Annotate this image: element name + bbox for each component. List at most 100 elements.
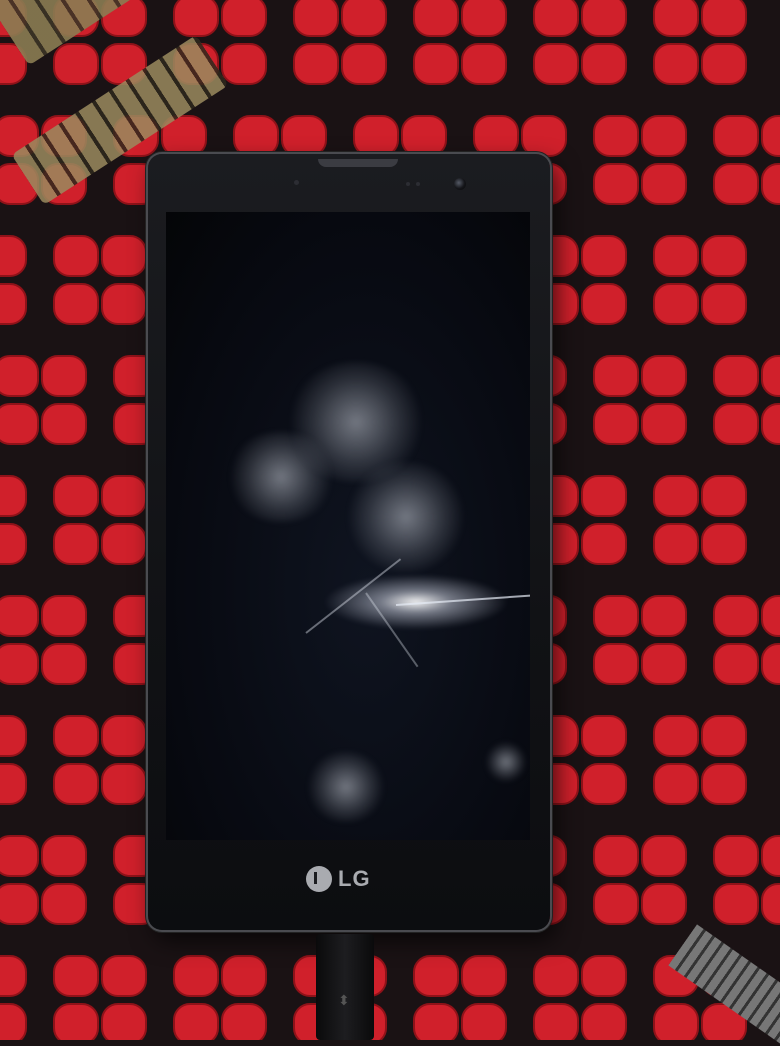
fabric-petal <box>713 883 759 925</box>
fabric-petal <box>641 115 687 157</box>
fabric-petal <box>533 1003 579 1040</box>
fabric-petal <box>521 115 567 157</box>
fabric-petal <box>713 835 759 877</box>
fabric-petal <box>533 0 579 37</box>
fabric-petal <box>653 43 699 85</box>
usb-icon: ⬍ <box>338 992 350 1008</box>
fabric-petal <box>41 883 87 925</box>
fabric-petal <box>713 595 759 637</box>
fabric-petal <box>173 955 219 997</box>
proximity-sensor <box>294 180 299 185</box>
fabric-petal <box>713 355 759 397</box>
fabric-petal <box>641 595 687 637</box>
fabric-petal <box>761 355 780 397</box>
fabric-petal <box>581 715 627 757</box>
fabric-petal <box>101 715 147 757</box>
fabric-petal <box>413 1003 459 1040</box>
fabric-petal <box>0 235 27 277</box>
fabric-petal <box>581 283 627 325</box>
fabric-petal <box>641 355 687 397</box>
fabric-petal <box>701 43 747 85</box>
fabric-petal <box>221 43 267 85</box>
fabric-petal <box>701 715 747 757</box>
fabric-petal <box>761 883 780 925</box>
front-camera-icon <box>454 178 466 190</box>
fabric-petal <box>713 643 759 685</box>
fabric-petal <box>641 403 687 445</box>
fabric-petal <box>53 1003 99 1040</box>
fabric-petal <box>581 43 627 85</box>
fabric-petal <box>173 1003 219 1040</box>
fabric-petal <box>173 0 219 37</box>
earpiece-speaker <box>318 159 398 167</box>
fabric-petal <box>473 115 519 157</box>
fabric-petal <box>0 283 27 325</box>
fabric-petal <box>101 235 147 277</box>
fabric-petal <box>593 163 639 205</box>
fabric-petal <box>0 835 39 877</box>
fabric-petal <box>533 43 579 85</box>
fabric-petal <box>53 43 99 85</box>
screen-smudge <box>346 462 466 572</box>
fabric-petal <box>701 283 747 325</box>
fabric-petal <box>101 763 147 805</box>
fabric-petal <box>413 43 459 85</box>
fabric-petal <box>581 955 627 997</box>
fabric-petal <box>701 763 747 805</box>
fabric-petal <box>41 403 87 445</box>
fabric-petal <box>641 883 687 925</box>
fabric-petal <box>233 115 279 157</box>
screen-smudge <box>486 742 526 782</box>
light-sensor-right <box>416 182 420 186</box>
fabric-petal <box>701 523 747 565</box>
fabric-petal <box>221 955 267 997</box>
fabric-petal <box>53 475 99 517</box>
fabric-petal <box>101 955 147 997</box>
fabric-petal <box>41 835 87 877</box>
fabric-petal <box>641 643 687 685</box>
fabric-petal <box>53 283 99 325</box>
fabric-petal <box>341 0 387 37</box>
fabric-petal <box>713 403 759 445</box>
fabric-petal <box>653 1003 699 1040</box>
fabric-petal <box>593 355 639 397</box>
fabric-petal <box>0 643 39 685</box>
smartphone: LG <box>148 154 550 930</box>
fabric-petal <box>53 955 99 997</box>
lg-logo-icon <box>306 866 332 892</box>
fabric-petal <box>761 835 780 877</box>
fabric-petal <box>0 355 39 397</box>
fabric-petal <box>41 595 87 637</box>
fabric-petal <box>761 595 780 637</box>
fabric-petal <box>293 43 339 85</box>
fabric-petal <box>0 403 39 445</box>
fabric-petal <box>41 643 87 685</box>
fabric-petal <box>701 235 747 277</box>
fabric-petal <box>53 235 99 277</box>
fabric-petal <box>653 523 699 565</box>
fabric-petal <box>53 523 99 565</box>
fabric-petal <box>581 763 627 805</box>
brand-logo: LG <box>306 866 371 892</box>
fabric-petal <box>701 0 747 37</box>
usb-cable: ⬍ <box>316 934 374 1040</box>
fabric-petal <box>41 355 87 397</box>
screen-smudge <box>306 752 386 822</box>
fabric-petal <box>413 955 459 997</box>
fabric-petal <box>341 43 387 85</box>
fabric-petal <box>461 955 507 997</box>
fabric-petal <box>713 163 759 205</box>
fabric-petal <box>401 115 447 157</box>
fabric-petal <box>533 955 579 997</box>
fabric-petal <box>653 235 699 277</box>
fabric-petal <box>761 115 780 157</box>
fabric-petal <box>0 955 27 997</box>
fabric-petal <box>641 835 687 877</box>
fabric-petal <box>53 715 99 757</box>
fabric-petal <box>53 763 99 805</box>
fabric-petal <box>0 883 39 925</box>
fabric-petal <box>641 163 687 205</box>
fabric-petal <box>593 115 639 157</box>
phone-screen[interactable] <box>166 212 530 840</box>
fabric-petal <box>593 835 639 877</box>
